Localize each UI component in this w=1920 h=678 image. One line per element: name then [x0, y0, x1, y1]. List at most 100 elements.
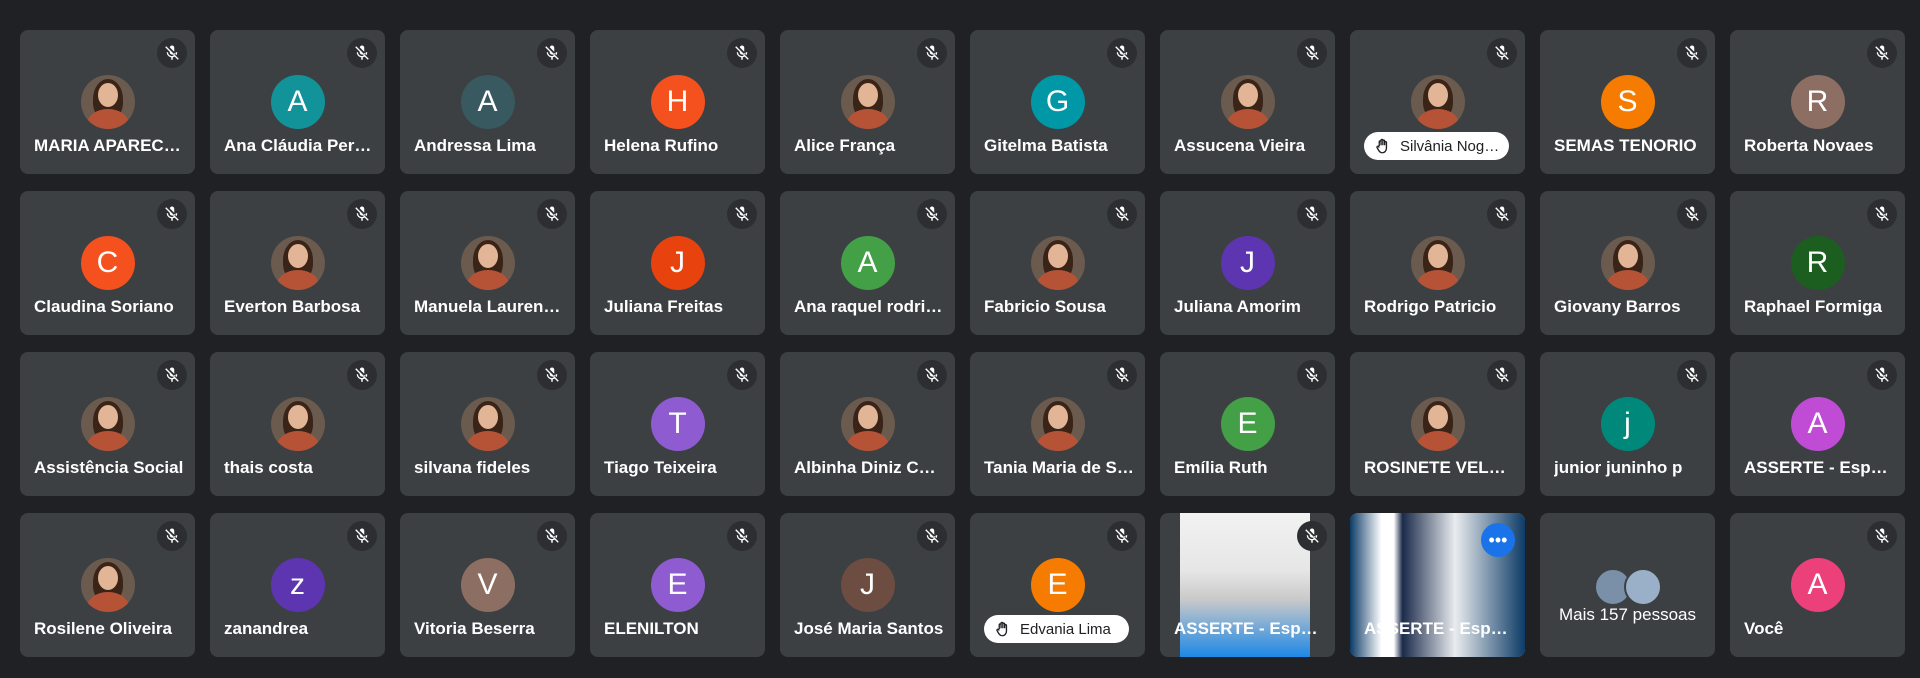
participant-name: silvana fideles	[414, 458, 531, 477]
participant-name: zanandrea	[224, 619, 309, 638]
avatar	[80, 397, 135, 451]
participant-name: ASSERTE - Espaço	[1174, 619, 1324, 638]
participant-name: Ana raquel rodrigues	[794, 297, 944, 316]
participant-tile[interactable]: G Gitelma Batista	[970, 30, 1145, 174]
avatar: A	[1790, 558, 1845, 612]
participant-name: Rodrigo Patricio	[1364, 297, 1497, 316]
avatar: J	[1220, 236, 1275, 290]
mic-off-icon	[1115, 367, 1129, 382]
participant-tile[interactable]: S SEMAS TENORIO	[1540, 30, 1715, 174]
participant-name: Everton Barbosa	[224, 297, 361, 316]
mic-off-icon	[545, 528, 559, 543]
participant-tile[interactable]: ••• ASSERTE - Espaço	[1350, 513, 1525, 657]
mute-indicator	[1487, 38, 1517, 68]
participant-tile[interactable]: Albinha Diniz Costa	[780, 352, 955, 496]
participant-name: Gitelma Batista	[984, 136, 1108, 155]
avatar	[270, 236, 325, 290]
participant-name: José Maria Santos	[794, 619, 944, 638]
mic-off-icon	[925, 528, 939, 543]
more-participants-tile[interactable]: Mais 157 pessoas	[1540, 513, 1715, 657]
mic-off-icon	[1305, 528, 1319, 543]
participant-tile[interactable]: T Tiago Teixeira	[590, 352, 765, 496]
participant-tile[interactable]: A Ana raquel rodrigues	[780, 191, 955, 335]
mic-off-icon	[735, 528, 749, 543]
participant-tile[interactable]: R Roberta Novaes	[1730, 30, 1905, 174]
mic-off-icon	[735, 45, 749, 60]
participant-tile[interactable]: Rosilene Oliveira	[20, 513, 195, 657]
participant-tile[interactable]: J José Maria Santos	[780, 513, 955, 657]
participant-tile[interactable]: Alice França	[780, 30, 955, 174]
mute-indicator	[1677, 199, 1707, 229]
mute-indicator	[1107, 38, 1137, 68]
participant-tile[interactable]: Assistência Social	[20, 352, 195, 496]
mic-off-icon	[355, 206, 369, 221]
mute-indicator	[537, 199, 567, 229]
mute-indicator	[1107, 360, 1137, 390]
participant-name: ELENILTON	[604, 619, 699, 638]
mic-off-icon	[355, 45, 369, 60]
mic-off-icon	[735, 206, 749, 221]
participant-tile[interactable]: Manuela Laurentino	[400, 191, 575, 335]
participant-tile[interactable]: ASSERTE - Espaço	[1160, 513, 1335, 657]
avatar: J	[840, 558, 895, 612]
mute-indicator	[347, 360, 377, 390]
participant-tile[interactable]: Fabricio Sousa	[970, 191, 1145, 335]
participant-tile[interactable]: Rodrigo Patricio	[1350, 191, 1525, 335]
mute-indicator	[347, 199, 377, 229]
mic-off-icon	[1305, 367, 1319, 382]
mic-off-icon	[355, 528, 369, 543]
mute-indicator	[1867, 38, 1897, 68]
participant-name: Manuela Laurentino	[414, 297, 564, 316]
mute-indicator	[917, 360, 947, 390]
participant-name: Ana Cláudia Pereira	[224, 136, 374, 155]
participant-tile[interactable]: C Claudina Soriano	[20, 191, 195, 335]
participant-tile[interactable]: j junior juninho p	[1540, 352, 1715, 496]
participant-tile[interactable]: ROSINETE VELOSO	[1350, 352, 1525, 496]
participant-tile[interactable]: J Juliana Freitas	[590, 191, 765, 335]
avatar: A	[840, 236, 895, 290]
avatar: R	[1790, 75, 1845, 129]
participant-name: SEMAS TENORIO	[1554, 136, 1697, 155]
mic-off-icon	[735, 367, 749, 382]
participant-tile[interactable]: Everton Barbosa	[210, 191, 385, 335]
mic-off-icon	[1115, 45, 1129, 60]
mic-off-icon	[1875, 367, 1889, 382]
participant-tile[interactable]: R Raphael Formiga	[1730, 191, 1905, 335]
participant-tile[interactable]: A Ana Cláudia Pereira	[210, 30, 385, 174]
participant-tile[interactable]: E Edvania Lima	[970, 513, 1145, 657]
participant-name: Silvânia Nogueira	[1400, 137, 1500, 155]
participant-name: ASSERTE - Espaço	[1364, 619, 1514, 638]
avatar	[840, 75, 895, 129]
mute-indicator	[1107, 521, 1137, 551]
participant-tile[interactable]: Silvânia Nogueira	[1350, 30, 1525, 174]
mic-off-icon	[1305, 45, 1319, 60]
participant-name: Claudina Soriano	[34, 297, 174, 316]
participant-tile[interactable]: silvana fideles	[400, 352, 575, 496]
avatar	[1030, 397, 1085, 451]
mute-indicator	[347, 521, 377, 551]
participant-tile[interactable]: A ASSERTE - Espaço	[1730, 352, 1905, 496]
participant-tile[interactable]: E ELENILTON	[590, 513, 765, 657]
participant-name: ROSINETE VELOSO	[1364, 458, 1514, 477]
avatar: R	[1790, 236, 1845, 290]
participant-tile[interactable]: H Helena Rufino	[590, 30, 765, 174]
more-options-button[interactable]: •••	[1481, 523, 1515, 557]
participant-tile[interactable]: A Você	[1730, 513, 1905, 657]
avatar	[1410, 236, 1465, 290]
avatar	[1030, 236, 1085, 290]
participant-tile[interactable]: MARIA APARECIDA	[20, 30, 195, 174]
more-participants-avatars	[1593, 568, 1662, 606]
participant-tile[interactable]: Tania Maria de Souza	[970, 352, 1145, 496]
participant-name: Fabricio Sousa	[984, 297, 1106, 316]
participant-tile[interactable]: thais costa	[210, 352, 385, 496]
participant-tile[interactable]: A Andressa Lima	[400, 30, 575, 174]
participant-tile[interactable]: V Vitoria Beserra	[400, 513, 575, 657]
avatar: j	[1600, 397, 1655, 451]
avatar: A	[270, 75, 325, 129]
participant-tile[interactable]: E Emília Ruth	[1160, 352, 1335, 496]
mute-indicator	[1487, 360, 1517, 390]
participant-tile[interactable]: Assucena Vieira	[1160, 30, 1335, 174]
participant-tile[interactable]: z zanandrea	[210, 513, 385, 657]
participant-tile[interactable]: J Juliana Amorim	[1160, 191, 1335, 335]
participant-tile[interactable]: Giovany Barros	[1540, 191, 1715, 335]
